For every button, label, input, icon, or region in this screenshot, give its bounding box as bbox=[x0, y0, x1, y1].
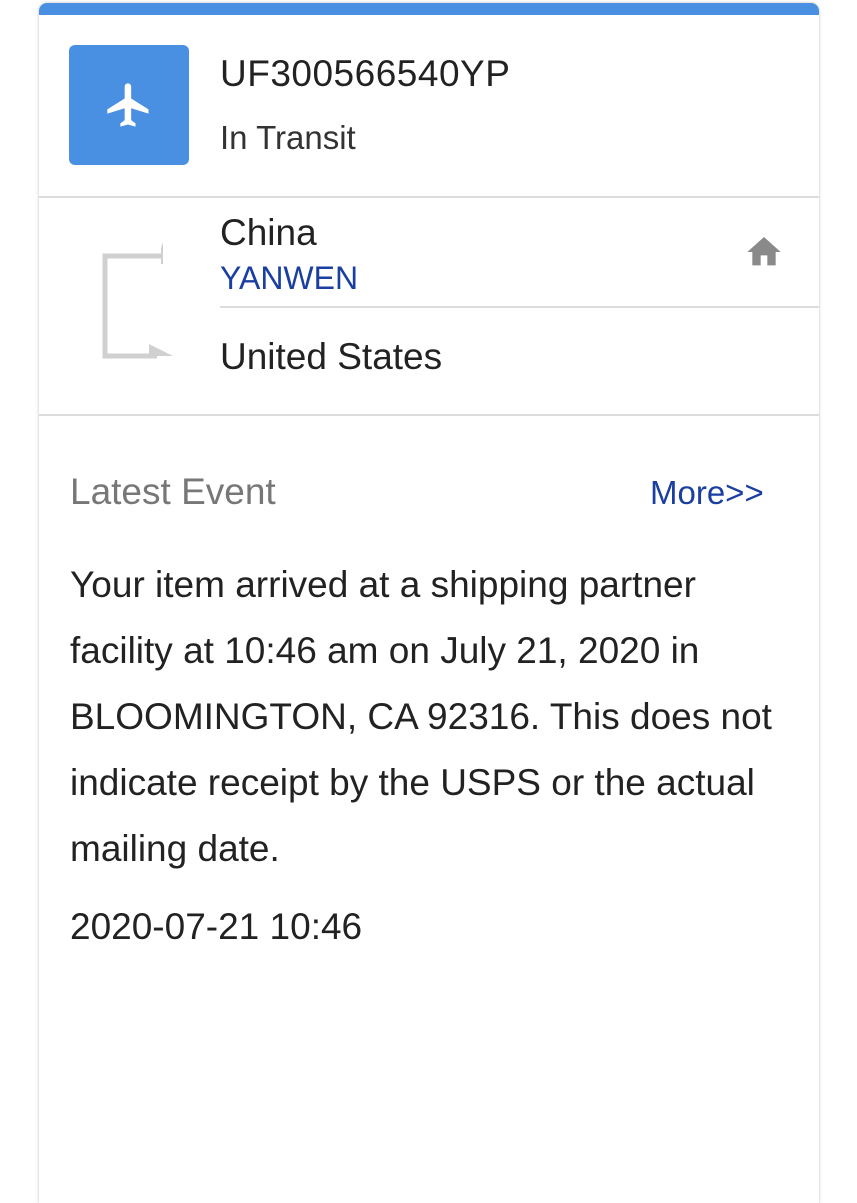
destination-country: United States bbox=[220, 336, 443, 377]
tracking-number: UF300566540YP bbox=[220, 53, 511, 94]
route-section: China YANWEN United States bbox=[39, 198, 819, 416]
carrier-link[interactable]: YANWEN bbox=[220, 260, 358, 297]
status-icon-box bbox=[69, 45, 189, 165]
route-arrow-icon bbox=[102, 242, 173, 359]
airplane-icon bbox=[107, 83, 149, 127]
shipment-status: In Transit bbox=[220, 119, 356, 156]
shipment-header: UF300566540YP In Transit bbox=[39, 15, 819, 198]
event-description: Your item arrived at a shipping partner … bbox=[70, 564, 772, 869]
event-timestamp: 2020-07-21 10:46 bbox=[70, 906, 363, 947]
origin-block: China YANWEN bbox=[220, 198, 819, 308]
home-icon[interactable] bbox=[744, 232, 784, 272]
more-events-link[interactable]: More>> bbox=[650, 474, 764, 512]
latest-event-title: Latest Event bbox=[70, 471, 276, 512]
tracking-card: UF300566540YP In Transit China YANWEN Un… bbox=[39, 3, 819, 1203]
origin-country: China bbox=[220, 212, 317, 253]
